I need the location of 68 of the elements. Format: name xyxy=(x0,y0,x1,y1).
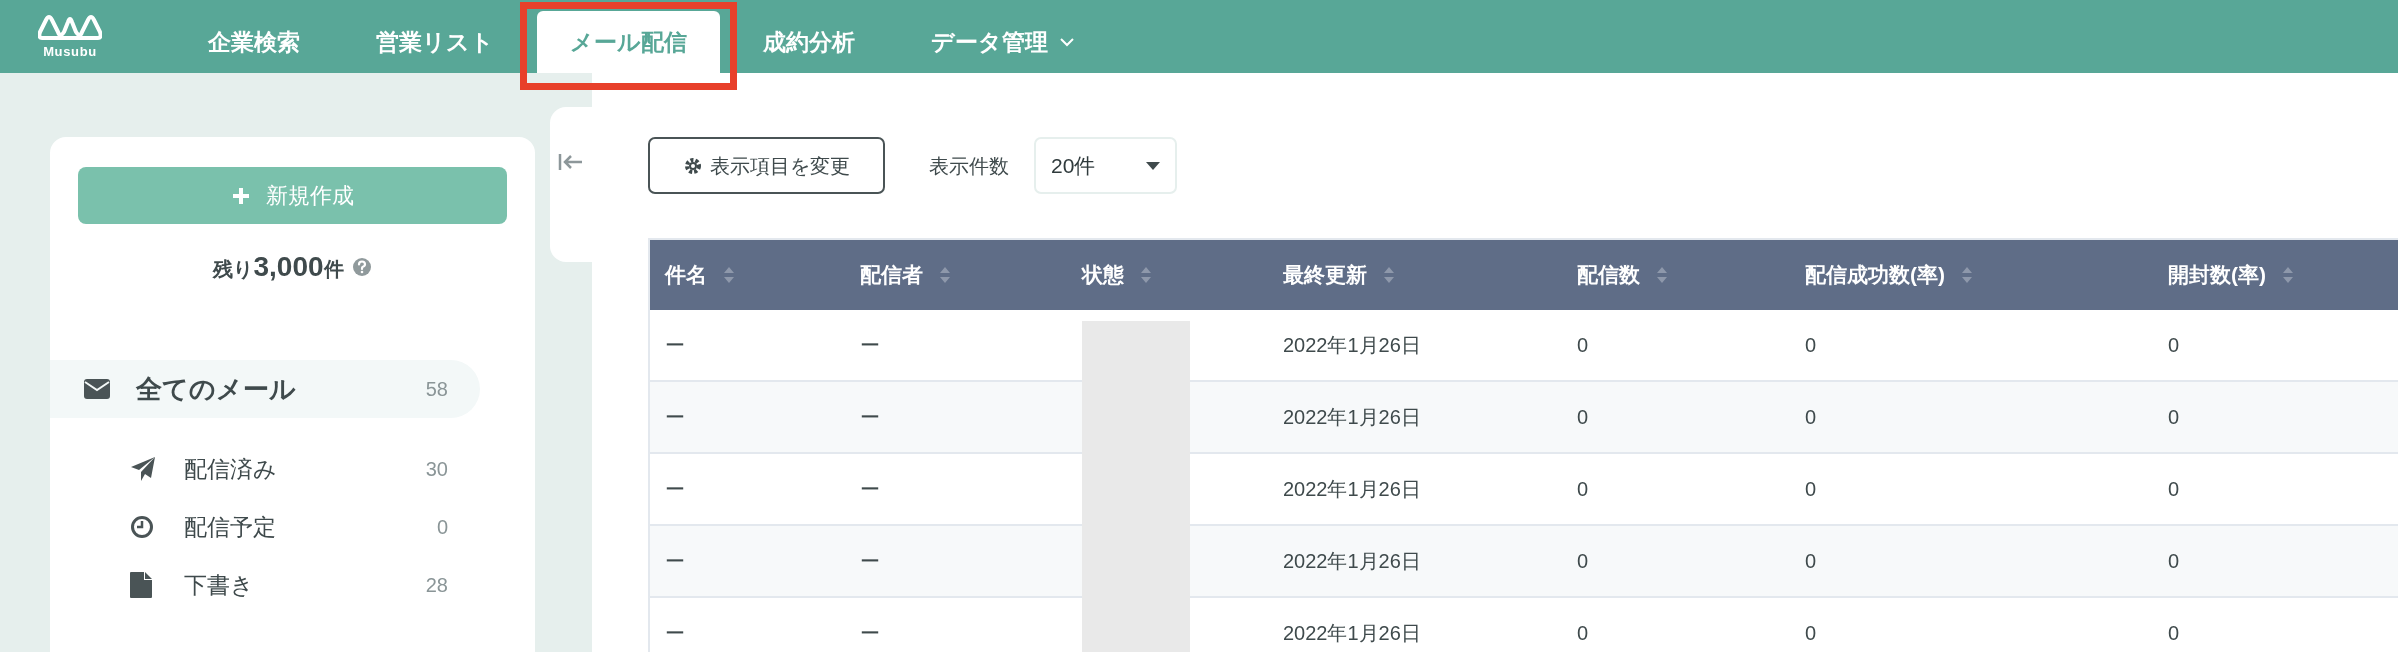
column-header: 状態 xyxy=(1082,262,1124,289)
table-cell-text: 0 xyxy=(1577,621,1589,646)
column-header: 配信数 xyxy=(1577,262,1640,289)
table-cell-text: 2022年1月26日 xyxy=(1283,477,1421,502)
clock-icon xyxy=(130,515,154,539)
table-cell-text: 0 xyxy=(1577,549,1589,574)
table-cell-text: 0 xyxy=(2168,477,2180,502)
table-cell-text: 0 xyxy=(1805,333,1817,358)
sort-icon[interactable] xyxy=(1383,266,1395,284)
table-cell-text: 2022年1月26日 xyxy=(1283,621,1421,646)
column-header: 配信成功数(率) xyxy=(1805,262,1945,289)
sort-icon[interactable] xyxy=(1140,266,1152,284)
table-cell-text: 0 xyxy=(1805,621,1817,646)
sort-icon[interactable] xyxy=(1656,266,1668,284)
folder-item[interactable]: 下書き 28 xyxy=(50,556,480,614)
table-cell-text: ー xyxy=(860,549,880,574)
table-cell-text: 2022年1月26日 xyxy=(1283,333,1421,358)
table-cell-text: ー xyxy=(860,477,880,502)
page-size-select[interactable]: 20件 xyxy=(1034,137,1177,194)
caret-icon xyxy=(1146,161,1160,170)
folder-count: 58 xyxy=(425,377,449,402)
table-cell-text: 0 xyxy=(1805,405,1817,430)
table-cell-text: 0 xyxy=(2168,333,2180,358)
plus-icon xyxy=(231,186,250,205)
table-cell-text: ー xyxy=(860,405,880,430)
column-header: 開封数(率) xyxy=(2168,262,2266,289)
column-header: 件名 xyxy=(665,262,707,289)
folder-item[interactable]: 全てのメール 58 xyxy=(50,360,480,418)
table-cell-text: ー xyxy=(665,333,685,358)
folder-item[interactable]: 配信済み 30 xyxy=(50,440,480,498)
table-cell-text: 0 xyxy=(1805,549,1817,574)
table-cell-text: ー xyxy=(665,549,685,574)
table-cell-text: ー xyxy=(860,333,880,358)
column-header: 配信者 xyxy=(860,262,923,289)
table-cell-text: 2022年1月26日 xyxy=(1283,405,1421,430)
envelope-icon xyxy=(84,379,110,399)
folder-item[interactable]: 配信予定 0 xyxy=(50,498,480,556)
sort-icon[interactable] xyxy=(723,266,735,284)
sort-icon[interactable] xyxy=(2282,266,2294,284)
table-cell-text: ー xyxy=(665,621,685,646)
table-cell-text: 0 xyxy=(1577,333,1589,358)
collapse-sidebar-button[interactable] xyxy=(550,107,592,262)
table-cell-text: 0 xyxy=(2168,405,2180,430)
sort-icon[interactable] xyxy=(1961,266,1973,284)
table-cell-text: 0 xyxy=(2168,621,2180,646)
document-icon xyxy=(130,572,152,598)
table-cell-text: 2022年1月26日 xyxy=(1283,549,1421,574)
column-header: 最終更新 xyxy=(1283,262,1367,289)
table-cell-text: 0 xyxy=(2168,549,2180,574)
sort-icon[interactable] xyxy=(939,266,951,284)
table-cell-text: 0 xyxy=(1577,405,1589,430)
logo-text: Musubu xyxy=(43,42,97,61)
gear-icon xyxy=(683,156,702,175)
table-cell-text: ー xyxy=(665,477,685,502)
help-icon[interactable] xyxy=(351,257,372,277)
folder-count: 30 xyxy=(425,457,449,482)
change-columns-button[interactable]: 表示項目を変更 xyxy=(648,137,885,194)
table-cell-text: 0 xyxy=(1805,477,1817,502)
paper-plane-icon xyxy=(130,456,156,482)
folder-count: 28 xyxy=(425,573,449,598)
collapse-arrow-icon xyxy=(558,152,584,172)
page-size-label: 表示件数 xyxy=(929,153,1009,179)
table-cell-text: ー xyxy=(665,405,685,430)
folder-count: 0 xyxy=(436,515,449,540)
remaining-count: 残り 3,000件 xyxy=(213,250,344,284)
table-cell-text: 0 xyxy=(1577,477,1589,502)
chevron-down-icon xyxy=(1060,37,1074,47)
table-cell-text: ー xyxy=(860,621,880,646)
